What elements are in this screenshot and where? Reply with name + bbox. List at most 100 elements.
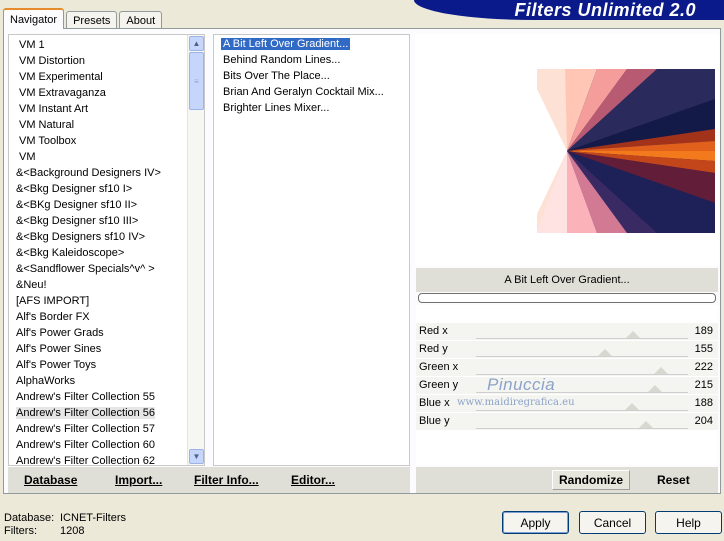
- category-item[interactable]: Alf's Power Sines: [9, 341, 204, 357]
- tab-presets[interactable]: Presets: [66, 11, 118, 29]
- category-item[interactable]: &<Bkg Kaleidoscope>: [9, 245, 204, 261]
- category-label: Alf's Power Toys: [16, 359, 97, 371]
- parameter-label: Blue x: [419, 397, 450, 409]
- filter-item[interactable]: Brighter Lines Mixer...: [214, 100, 409, 116]
- category-label: VM Experimental: [19, 71, 103, 83]
- category-item[interactable]: Andrew's Filter Collection 62: [9, 453, 204, 465]
- category-label: &<Bkg Designer sf10 III>: [16, 215, 139, 227]
- slider-track[interactable]: [476, 338, 688, 339]
- category-item[interactable]: Andrew's Filter Collection 57: [9, 421, 204, 437]
- category-item[interactable]: VM Natural: [9, 117, 204, 133]
- category-item[interactable]: Alf's Power Grads: [9, 325, 204, 341]
- slider-track[interactable]: [476, 356, 688, 357]
- category-label: VM Distortion: [19, 55, 86, 67]
- filter-info-button[interactable]: Filter Info...: [194, 473, 259, 487]
- category-label: Andrew's Filter Collection 55: [16, 391, 156, 403]
- category-item[interactable]: VM Extravaganza: [9, 85, 204, 101]
- category-item[interactable]: &<Background Designers IV>: [9, 165, 204, 181]
- filter-label: Behind Random Lines...: [223, 54, 341, 66]
- parameter-slider[interactable]: Red y 155: [416, 341, 718, 358]
- category-item[interactable]: Andrew's Filter Collection 56: [9, 405, 204, 421]
- category-item[interactable]: AlphaWorks: [9, 373, 204, 389]
- category-label: &Neu!: [16, 279, 47, 291]
- status-area: Database: ICNET-Filters Filters: 1208: [4, 512, 126, 538]
- category-label: &<Background Designers IV>: [16, 167, 161, 179]
- scroll-up-icon[interactable]: ▲: [189, 36, 204, 51]
- filter-item[interactable]: Brian And Geralyn Cocktail Mix...: [214, 84, 409, 100]
- parameter-label: Green y: [419, 379, 459, 391]
- category-item[interactable]: Andrew's Filter Collection 60: [9, 437, 204, 453]
- slider-thumb-icon[interactable]: [638, 421, 653, 428]
- category-item[interactable]: VM: [9, 149, 204, 165]
- category-label: VM Extravaganza: [19, 87, 106, 99]
- apply-button[interactable]: Apply: [502, 511, 569, 534]
- watermark-name: Pinuccia: [487, 375, 556, 394]
- parameter-toolbar: Randomize Reset: [416, 467, 718, 493]
- slider-thumb-icon[interactable]: [597, 349, 612, 356]
- parameter-slider[interactable]: Green x 222: [416, 359, 718, 376]
- category-item[interactable]: VM Instant Art: [9, 101, 204, 117]
- reset-button[interactable]: Reset: [650, 470, 697, 490]
- category-label: VM Natural: [19, 119, 75, 131]
- slider-thumb-icon[interactable]: [647, 385, 662, 392]
- category-item[interactable]: Alf's Border FX: [9, 309, 204, 325]
- slider-track[interactable]: [476, 410, 688, 411]
- category-item[interactable]: &<Bkg Designer sf10 I>: [9, 181, 204, 197]
- category-item[interactable]: &<Bkg Designers sf10 IV>: [9, 229, 204, 245]
- category-label: &<Bkg Kaleidoscope>: [16, 247, 125, 259]
- parameter-slider[interactable]: Red x 189: [416, 323, 718, 340]
- tab-about[interactable]: About: [119, 11, 163, 29]
- tab-navigator[interactable]: Navigator: [3, 8, 65, 29]
- category-item[interactable]: VM Experimental: [9, 69, 204, 85]
- database-button[interactable]: Database: [24, 473, 77, 487]
- parameter-label: Red y: [419, 343, 448, 355]
- filter-label: Bits Over The Place...: [223, 70, 330, 82]
- database-value: ICNET-Filters: [60, 512, 126, 524]
- category-item[interactable]: [AFS IMPORT]: [9, 293, 204, 309]
- randomize-button[interactable]: Randomize: [552, 470, 631, 490]
- category-item[interactable]: VM Toolbox: [9, 133, 204, 149]
- category-label: &<Sandflower Specials^v^ >: [16, 263, 155, 275]
- category-item[interactable]: &<Sandflower Specials^v^ >: [9, 261, 204, 277]
- category-item[interactable]: &<BKg Designer sf10 II>: [9, 197, 204, 213]
- filter-label: Brighter Lines Mixer...: [223, 102, 330, 114]
- filter-item[interactable]: A Bit Left Over Gradient...: [214, 36, 409, 52]
- scroll-down-icon[interactable]: ▼: [189, 449, 204, 464]
- category-item[interactable]: VM 1: [9, 37, 204, 53]
- brand-banner: Filters Unlimited 2.0: [414, 0, 724, 20]
- category-item[interactable]: Andrew's Filter Collection 55: [9, 389, 204, 405]
- cancel-button[interactable]: Cancel: [579, 511, 646, 534]
- parameter-slider[interactable]: Green y 215: [416, 377, 718, 394]
- slider-track[interactable]: [476, 428, 688, 429]
- import-button[interactable]: Import...: [115, 473, 162, 487]
- slider-thumb-icon[interactable]: [625, 403, 640, 410]
- editor-button[interactable]: Editor...: [291, 473, 335, 487]
- category-item[interactable]: VM Distortion: [9, 53, 204, 69]
- category-label: VM Toolbox: [19, 135, 77, 147]
- parameter-slider[interactable]: Blue y 204: [416, 413, 718, 430]
- category-item[interactable]: &<Bkg Designer sf10 III>: [9, 213, 204, 229]
- tab-strip: Navigator Presets About: [3, 8, 164, 29]
- category-scrollbar[interactable]: ▲ ≡ ▼: [187, 35, 204, 465]
- navigator-toolbar: Database Import... Filter Info... Editor…: [8, 467, 410, 493]
- filter-item[interactable]: Behind Random Lines...: [214, 52, 409, 68]
- category-label: AlphaWorks: [16, 375, 76, 387]
- category-label: VM: [19, 151, 36, 163]
- category-label: Andrew's Filter Collection 57: [16, 423, 156, 435]
- scroll-thumb[interactable]: ≡: [189, 52, 204, 110]
- category-item[interactable]: Alf's Power Toys: [9, 357, 204, 373]
- slider-thumb-icon[interactable]: [626, 331, 641, 338]
- filter-list[interactable]: A Bit Left Over Gradient... Behind Random…: [213, 34, 410, 466]
- parameter-value: 189: [694, 325, 713, 337]
- category-label: VM Instant Art: [19, 103, 89, 115]
- category-label: Alf's Power Grads: [16, 327, 104, 339]
- progress-bar: [418, 293, 716, 303]
- filter-items: A Bit Left Over Gradient... Behind Random…: [214, 35, 409, 116]
- parameter-label: Red x: [419, 325, 448, 337]
- help-button[interactable]: Help: [655, 511, 722, 534]
- slider-thumb-icon[interactable]: [653, 367, 668, 374]
- category-label: VM 1: [19, 39, 45, 51]
- filter-item[interactable]: Bits Over The Place...: [214, 68, 409, 84]
- category-item[interactable]: &Neu!: [9, 277, 204, 293]
- category-list[interactable]: VM 1 VM Distortion VM Experimental VM Extra…: [8, 34, 205, 466]
